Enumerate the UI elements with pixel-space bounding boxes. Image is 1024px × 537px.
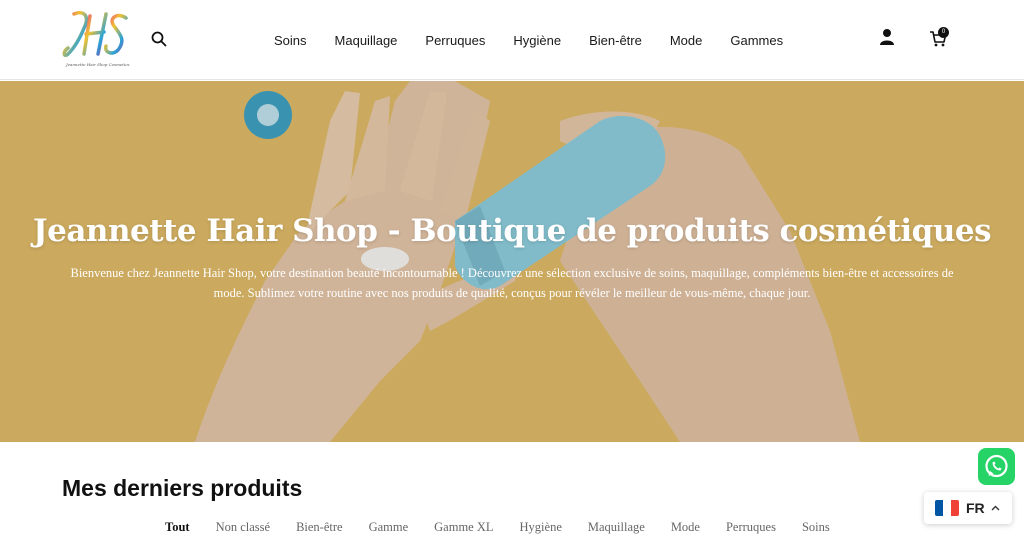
product-filter-tabs: Tout Non classé Bien-être Gamme Gamme XL… — [152, 520, 843, 535]
latest-products-title: Mes derniers produits — [62, 475, 303, 501]
nav-item-soins[interactable]: Soins — [274, 33, 307, 48]
whatsapp-button[interactable] — [978, 448, 1015, 485]
site-logo[interactable]: Jeannette Hair Shop Cosmetics — [60, 8, 132, 72]
nav-item-maquillage[interactable]: Maquillage — [335, 33, 398, 48]
nav-item-hygiene[interactable]: Hygiène — [513, 33, 561, 48]
nav-item-perruques[interactable]: Perruques — [425, 33, 485, 48]
language-code: FR — [966, 500, 985, 516]
filter-maquillage[interactable]: Maquillage — [588, 520, 645, 535]
filter-non-classe[interactable]: Non classé — [216, 520, 271, 535]
flag-stripe-red — [951, 500, 959, 516]
language-switcher[interactable]: FR — [924, 492, 1012, 524]
hero-title: Jeannette Hair Shop - Boutique de produi… — [32, 213, 992, 249]
filter-bien-etre[interactable]: Bien-être — [296, 520, 343, 535]
hero-description: Bienvenue chez Jeannette Hair Shop, votr… — [70, 266, 954, 300]
account-button[interactable] — [878, 28, 896, 46]
whatsapp-icon — [985, 454, 1008, 478]
france-flag-icon — [935, 500, 959, 516]
filter-perruques[interactable]: Perruques — [726, 520, 776, 535]
filter-mode[interactable]: Mode — [671, 520, 700, 535]
user-icon — [880, 29, 894, 45]
flag-stripe-white — [943, 500, 951, 516]
main-nav: Soins Maquillage Perruques Hygiène Bien-… — [260, 0, 797, 80]
nav-item-mode[interactable]: Mode — [670, 33, 703, 48]
hero-image — [0, 81, 1024, 442]
hero-banner: Jeannette Hair Shop - Boutique de produi… — [0, 81, 1024, 442]
flag-stripe-blue — [935, 500, 943, 516]
filter-gamme[interactable]: Gamme — [369, 520, 409, 535]
search-button[interactable] — [150, 30, 168, 48]
filter-tout[interactable]: Tout — [165, 520, 190, 535]
filter-hygiene[interactable]: Hygiène — [520, 520, 562, 535]
logo-mark — [62, 11, 128, 58]
site-header: Jeannette Hair Shop Cosmetics Soins Maqu… — [0, 0, 1024, 80]
nav-item-gammes[interactable]: Gammes — [730, 33, 783, 48]
filter-soins[interactable]: Soins — [802, 520, 830, 535]
nav-item-bien-etre[interactable]: Bien-être — [589, 33, 642, 48]
search-icon — [151, 31, 167, 47]
filter-gamme-xl[interactable]: Gamme XL — [434, 520, 493, 535]
cart-count-badge: 0 — [938, 27, 949, 38]
chevron-up-icon — [991, 505, 1000, 510]
logo-tagline: Jeannette Hair Shop Cosmetics — [66, 62, 130, 67]
